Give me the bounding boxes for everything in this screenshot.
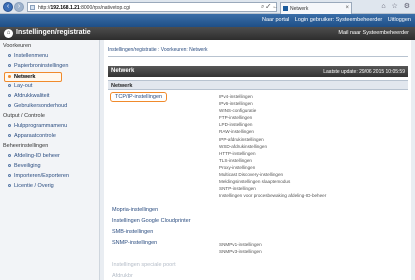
header-title-bar: ⌂ Instellingen/registratie Mail naar Sys… bbox=[0, 27, 415, 40]
sub-setting-item: IPv4-instellingen bbox=[219, 94, 253, 99]
divider bbox=[108, 56, 408, 57]
sidebar-item-afdrukkwaliteit[interactable]: Afdrukkwaliteit bbox=[8, 93, 49, 99]
address-bar[interactable]: http://192.168.1.21:8000/rps/nativetop.c… bbox=[27, 2, 291, 12]
bullet-icon bbox=[8, 54, 11, 58]
sub-setting-item: RAW-instellingen bbox=[219, 129, 254, 135]
bullet-icon bbox=[8, 75, 11, 79]
sidebar-item-hulpprogrammamenu[interactable]: Hulpprogrammamenu bbox=[8, 123, 67, 129]
breadcrumb[interactable]: Instellingen/registratie : Voorkeuren: N… bbox=[108, 47, 208, 53]
sidebar-item-instellenmenu[interactable]: Instellenmenu bbox=[8, 53, 48, 59]
sub-setting-item: HTTP-instellingen bbox=[219, 150, 256, 156]
sub-setting-item: Multicast Discovery-instellingen bbox=[219, 172, 284, 178]
sidebar-item-label: Licentie / Overig bbox=[14, 183, 54, 189]
sub-setting-item: IPv6-instellingen bbox=[219, 101, 253, 107]
sidebar-item-afdeling-id-beheer[interactable]: Afdeling-ID beheer bbox=[8, 153, 60, 159]
home-icon[interactable]: ⌂ bbox=[4, 29, 13, 38]
sidebar-item-label: Netwerk bbox=[14, 74, 36, 80]
sub-setting-item: SNMPv3-instellingen bbox=[219, 248, 262, 254]
sidebar-item-label: Hulpprogrammamenu bbox=[14, 123, 68, 129]
tab-close-icon[interactable]: × bbox=[345, 5, 349, 11]
bullet-icon bbox=[8, 164, 11, 168]
settings-link-instellingen-speciale-poort: Instellingen speciale poort bbox=[112, 261, 176, 268]
sidebar-section-voorkeuren: Voorkeuren bbox=[3, 43, 32, 49]
sub-setting-item: SNTP-instellingen bbox=[219, 186, 256, 192]
bullet-icon bbox=[8, 124, 11, 128]
bullet-icon bbox=[8, 134, 11, 138]
portal-link[interactable]: Naar portal bbox=[262, 17, 289, 23]
header-links: Naar portal Login gebruiker: Systeembehe… bbox=[258, 17, 411, 23]
sub-setting-item: TLS-instellingen bbox=[219, 157, 252, 163]
sub-setting-item: Proxy-instellingen bbox=[219, 164, 256, 170]
url-text: http://192.168.1.21:8000/rps/nativetop.c… bbox=[38, 5, 131, 11]
section-title: Netwerk bbox=[111, 83, 133, 89]
main-content: Instellingen/registratie : Voorkeuren: N… bbox=[104, 40, 411, 280]
bullet-icon bbox=[8, 174, 11, 178]
sidebar-item-beveiliging[interactable]: Beveiliging bbox=[8, 163, 41, 169]
tab-title: Netwerk bbox=[290, 6, 309, 12]
app-header: Naar portal Login gebruiker: Systeembehe… bbox=[0, 14, 415, 40]
sidebar: Voorkeuren Instellenmenu Papierbroninstell… bbox=[0, 40, 100, 280]
mail-admin-link[interactable]: Mail naar Systeembeheerder bbox=[338, 30, 409, 36]
sidebar-section-beheerinstellingen: Beheerinstellingen bbox=[3, 143, 49, 149]
sub-setting-item: IPP-afdrukinstellingen bbox=[219, 136, 264, 142]
sidebar-item-label: Afdeling-ID beheer bbox=[14, 153, 60, 159]
sidebar-item-label: Instellenmenu bbox=[14, 53, 49, 59]
page-title: Netwerk bbox=[111, 68, 135, 74]
page-title-bar: Netwerk Laatste update: 29/06 2015 10:05… bbox=[108, 66, 408, 77]
sidebar-item-papierbroninstellingen[interactable]: Papierbroninstellingen bbox=[8, 63, 68, 69]
bullet-icon bbox=[8, 104, 11, 108]
bullet-icon bbox=[8, 184, 11, 188]
sidebar-item-label: Importeren/Exporteren bbox=[14, 173, 70, 179]
header-top-bar: Naar portal Login gebruiker: Systeembehe… bbox=[0, 14, 415, 27]
bullet-icon bbox=[8, 64, 11, 68]
settings-link-mopria-instellingen[interactable]: Mopria-instellingen bbox=[112, 207, 158, 213]
browser-tools-icons[interactable]: ⌂ ☆ ⚙ bbox=[381, 2, 412, 10]
sub-settings-list: SNMPv1-instellingen SNMPv3-instellingen bbox=[219, 241, 262, 255]
login-user-text: Login gebruiker: Systeembeheerder bbox=[294, 17, 383, 23]
logout-link[interactable]: Uitloggen bbox=[388, 17, 411, 23]
page-icon bbox=[30, 5, 35, 10]
bullet-icon bbox=[8, 94, 11, 98]
section-header: Netwerk bbox=[108, 80, 408, 90]
sidebar-item-label: Beveiliging bbox=[14, 163, 41, 169]
sidebar-item-label: Afdrukkwaliteit bbox=[14, 93, 50, 99]
sidebar-item-netwerk[interactable]: Netwerk bbox=[4, 72, 62, 82]
sidebar-item-licentie-overig[interactable]: Licentie / Overig bbox=[8, 183, 54, 189]
settings-link-afdrukbr: Afdrukbr bbox=[112, 272, 133, 279]
sub-setting-item: Instellingen voor procesbewaking afdelin… bbox=[219, 193, 327, 199]
sidebar-item-label: Papierbroninstellingen bbox=[14, 63, 69, 69]
bullet-icon bbox=[8, 154, 11, 158]
back-icon[interactable]: ‹ bbox=[3, 2, 13, 12]
sidebar-item-gebruikersonderhoud[interactable]: Gebruikersonderhoud bbox=[8, 103, 67, 109]
settings-link-instellingen-google-cloudprinter[interactable]: Instellingen Google Cloudprinter bbox=[112, 218, 191, 224]
sub-settings-list: IPv4-instellingen IPv6-instellingen WINS-c… bbox=[219, 93, 326, 199]
settings-link-smb-instellingen[interactable]: SMB-instellingen bbox=[112, 229, 153, 235]
sub-setting-item: FTP-instellingen bbox=[219, 115, 253, 121]
forward-icon[interactable]: › bbox=[14, 2, 24, 12]
sidebar-section-output-controle: Output / Controle bbox=[3, 113, 45, 119]
last-update-text: Laatste update: 29/06 2015 10:05:59 bbox=[323, 69, 405, 75]
browser-tab[interactable]: Netwerk × bbox=[280, 2, 352, 14]
settings-link-snmp-instellingen[interactable]: SNMP-instellingen bbox=[112, 240, 157, 246]
sidebar-item-label: Gebruikersonderhoud bbox=[14, 103, 68, 109]
sidebar-item-apparaatcontrole[interactable]: Apparaatcontrole bbox=[8, 133, 56, 139]
sub-setting-item: SNMPv1-instellingen bbox=[219, 241, 262, 247]
sub-setting-item: Meldingsinstellingen slaaptemodus bbox=[219, 179, 291, 185]
sub-setting-item: WINS-configuratie bbox=[219, 108, 257, 114]
settings-link-tcp-ip-instellingen[interactable]: TCP/IP-instellingen bbox=[110, 92, 168, 102]
sidebar-item-importeren-exporteren[interactable]: Importeren/Exporteren bbox=[8, 173, 69, 179]
sub-setting-item: LPD-instellingen bbox=[219, 122, 253, 128]
sub-setting-item: WSD-afdrukinstellingen bbox=[219, 143, 267, 149]
browser-toolbar: ‹ › http://192.168.1.21:8000/rps/nativet… bbox=[0, 0, 415, 14]
app-title: Instellingen/registratie bbox=[16, 29, 91, 36]
bullet-icon bbox=[8, 84, 11, 88]
sidebar-item-label: Apparaatcontrole bbox=[14, 133, 56, 139]
sidebar-item-lay-out[interactable]: Lay-out bbox=[8, 83, 32, 89]
sidebar-item-label: Lay-out bbox=[14, 83, 33, 89]
favicon-icon bbox=[283, 6, 288, 11]
